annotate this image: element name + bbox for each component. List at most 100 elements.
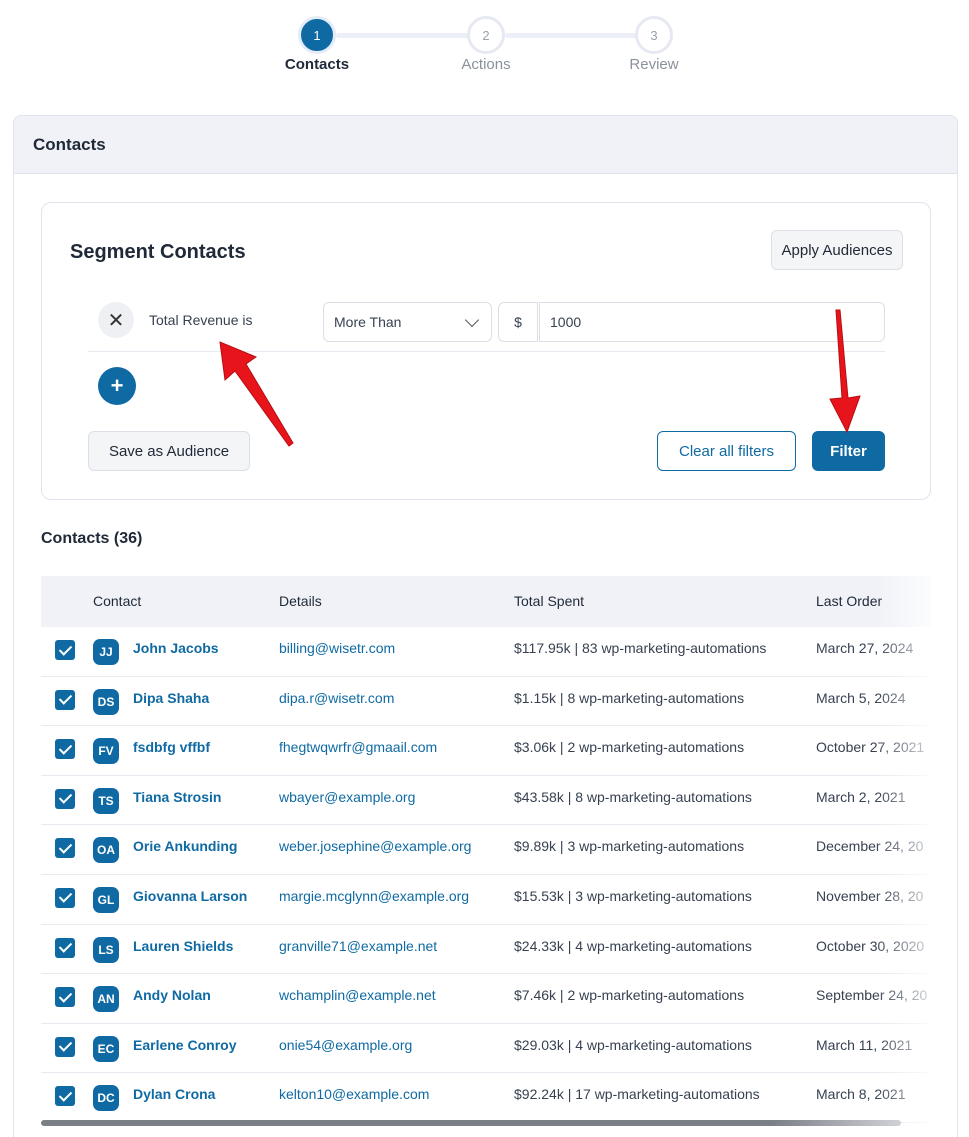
contact-email-link[interactable]: margie.mcglynn@example.org <box>279 888 469 904</box>
currency-prefix: $ <box>498 302 538 342</box>
avatar: EC <box>93 1035 119 1062</box>
column-header-details: Details <box>279 593 322 609</box>
clear-all-filters-button[interactable]: Clear all filters <box>657 431 796 471</box>
table-row[interactable]: FV fsdbfg vffbf fhegtwqwrfr@gmaail.com $3.0… <box>41 726 931 776</box>
row-checkbox[interactable] <box>55 640 75 660</box>
step-1-label: Contacts <box>284 56 350 73</box>
table-body: JJ John Jacobs billing@wisetr.com $117.95k … <box>41 627 931 1123</box>
contact-email-link[interactable]: fhegtwqwrfr@gmaail.com <box>279 739 437 755</box>
avatar: JJ <box>93 639 119 665</box>
contact-name-link[interactable]: John Jacobs <box>133 640 219 656</box>
contact-email-link[interactable]: dipa.r@wisetr.com <box>279 690 394 706</box>
contact-last-order: March 5, 2024 <box>816 689 906 706</box>
avatar: FV <box>93 738 119 765</box>
contact-name-link[interactable]: Giovanna Larson <box>133 888 247 904</box>
row-checkbox[interactable] <box>55 739 75 760</box>
contact-email-link[interactable]: weber.josephine@example.org <box>279 838 471 854</box>
contact-last-order: November 28, 20 <box>816 887 924 904</box>
table-row[interactable]: GL Giovanna Larson margie.mcglynn@example.… <box>41 875 931 925</box>
table-row[interactable]: JJ John Jacobs billing@wisetr.com $117.95k … <box>41 627 931 677</box>
contact-email-link[interactable]: wchamplin@example.net <box>279 987 436 1003</box>
revenue-value-input[interactable] <box>539 302 885 342</box>
table-row[interactable]: LS Lauren Shields granville71@example.net $… <box>41 925 931 975</box>
row-checkbox[interactable] <box>55 1036 75 1057</box>
step-2-circle[interactable]: 2 <box>467 16 505 54</box>
table-row[interactable]: EC Earlene Conroy onie54@example.org $29.03… <box>41 1024 931 1074</box>
avatar: DS <box>93 688 119 715</box>
contact-name-link[interactable]: Dylan Crona <box>133 1086 215 1102</box>
contact-last-order: March 2, 2021 <box>816 788 906 805</box>
table-row[interactable]: DS Dipa Shaha dipa.r@wisetr.com $1.15k | 8 … <box>41 677 931 727</box>
contact-total-spent: $3.06k | 2 wp-marketing-automations <box>514 739 745 756</box>
step-3-circle[interactable]: 3 <box>635 16 673 54</box>
table-header: Contact Details Total Spent Last Order <box>41 576 931 627</box>
avatar: AN <box>93 986 119 1013</box>
row-checkbox[interactable] <box>55 838 75 859</box>
plus-icon: + <box>110 373 124 398</box>
filter-field-label: Total Revenue is <box>149 312 253 328</box>
close-icon: ✕ <box>107 309 125 332</box>
table-row[interactable]: OA Orie Ankunding weber.josephine@example.… <box>41 825 931 875</box>
save-as-audience-button[interactable]: Save as Audience <box>88 431 250 471</box>
avatar: LS <box>93 936 119 963</box>
contact-total-spent: $9.89k | 3 wp-marketing-automations <box>514 838 745 855</box>
row-checkbox[interactable] <box>55 689 75 710</box>
chevron-down-icon <box>464 312 480 327</box>
contact-email-link[interactable]: granville71@example.net <box>279 938 437 954</box>
add-filter-button[interactable]: + <box>98 367 136 405</box>
step-1-circle[interactable]: 1 <box>298 16 336 54</box>
table-row[interactable]: AN Andy Nolan wchamplin@example.net $7.46k … <box>41 974 931 1024</box>
contact-total-spent: $15.53k | 3 wp-marketing-automations <box>514 887 752 904</box>
column-header-total-spent: Total Spent <box>514 593 585 609</box>
contact-total-spent: $7.46k | 2 wp-marketing-automations <box>514 987 745 1004</box>
step-3-label: Review <box>629 56 679 73</box>
contact-email-link[interactable]: kelton10@example.com <box>279 1086 429 1102</box>
table-row[interactable]: TS Tiana Strosin wbayer@example.org $43.58k… <box>41 776 931 826</box>
contact-last-order: October 27, 2021 <box>816 739 925 756</box>
wizard-stepper: 1 2 3 Contacts Actions Review <box>0 0 969 100</box>
contact-name-link[interactable]: Dipa Shaha <box>133 690 209 706</box>
row-checkbox[interactable] <box>55 887 75 908</box>
contact-name-link[interactable]: fsdbfg vffbf <box>133 739 210 755</box>
contact-name-link[interactable]: Tiana Strosin <box>133 789 221 805</box>
contact-email-link[interactable]: billing@wisetr.com <box>279 640 395 656</box>
row-checkbox[interactable] <box>55 937 75 958</box>
table-row[interactable]: DC Dylan Crona kelton10@example.com $92.24k… <box>41 1073 931 1123</box>
contact-last-order: March 11, 2021 <box>816 1036 913 1053</box>
contact-email-link[interactable]: onie54@example.org <box>279 1037 412 1053</box>
filter-button[interactable]: Filter <box>812 431 885 471</box>
step-connector <box>336 33 470 38</box>
avatar: TS <box>93 787 119 814</box>
contacts-table: Contact Details Total Spent Last Order J… <box>41 576 931 1123</box>
contacts-panel: Contacts Segment Contacts Apply Audience… <box>13 115 958 1137</box>
horizontal-scrollbar[interactable] <box>41 1120 901 1126</box>
contact-total-spent: $29.03k | 4 wp-marketing-automations <box>514 1036 752 1053</box>
avatar: DC <box>93 1085 119 1112</box>
contact-total-spent: $92.24k | 17 wp-marketing-automations <box>514 1086 760 1103</box>
remove-filter-button[interactable]: ✕ <box>98 302 134 338</box>
row-checkbox[interactable] <box>55 788 75 809</box>
contact-total-spent: $24.33k | 4 wp-marketing-automations <box>514 937 752 954</box>
column-header-contact: Contact <box>93 593 142 609</box>
panel-header: Contacts <box>14 116 957 174</box>
avatar: OA <box>93 837 119 864</box>
contact-name-link[interactable]: Earlene Conroy <box>133 1037 236 1053</box>
operator-selected-value: More Than <box>334 314 402 330</box>
contact-last-order: March 27, 2024 <box>816 640 914 656</box>
panel-title: Contacts <box>33 134 106 154</box>
row-checkbox[interactable] <box>55 1086 75 1107</box>
contact-total-spent: $1.15k | 8 wp-marketing-automations <box>514 689 745 706</box>
apply-audiences-button[interactable]: Apply Audiences <box>771 230 903 270</box>
column-header-last-order: Last Order <box>816 593 883 609</box>
contact-total-spent: $117.95k | 83 wp-marketing-automations <box>514 640 767 656</box>
contact-last-order: September 24, 20 <box>816 987 928 1004</box>
contact-last-order: October 30, 2020 <box>816 937 925 954</box>
step-2-label: Actions <box>461 56 511 73</box>
contact-name-link[interactable]: Lauren Shields <box>133 938 233 954</box>
contact-name-link[interactable]: Orie Ankunding <box>133 838 237 854</box>
operator-select[interactable]: More Than <box>323 302 492 342</box>
contact-last-order: March 8, 2021 <box>816 1086 906 1103</box>
contact-name-link[interactable]: Andy Nolan <box>133 987 211 1003</box>
contact-email-link[interactable]: wbayer@example.org <box>279 789 415 805</box>
row-checkbox[interactable] <box>55 987 75 1008</box>
